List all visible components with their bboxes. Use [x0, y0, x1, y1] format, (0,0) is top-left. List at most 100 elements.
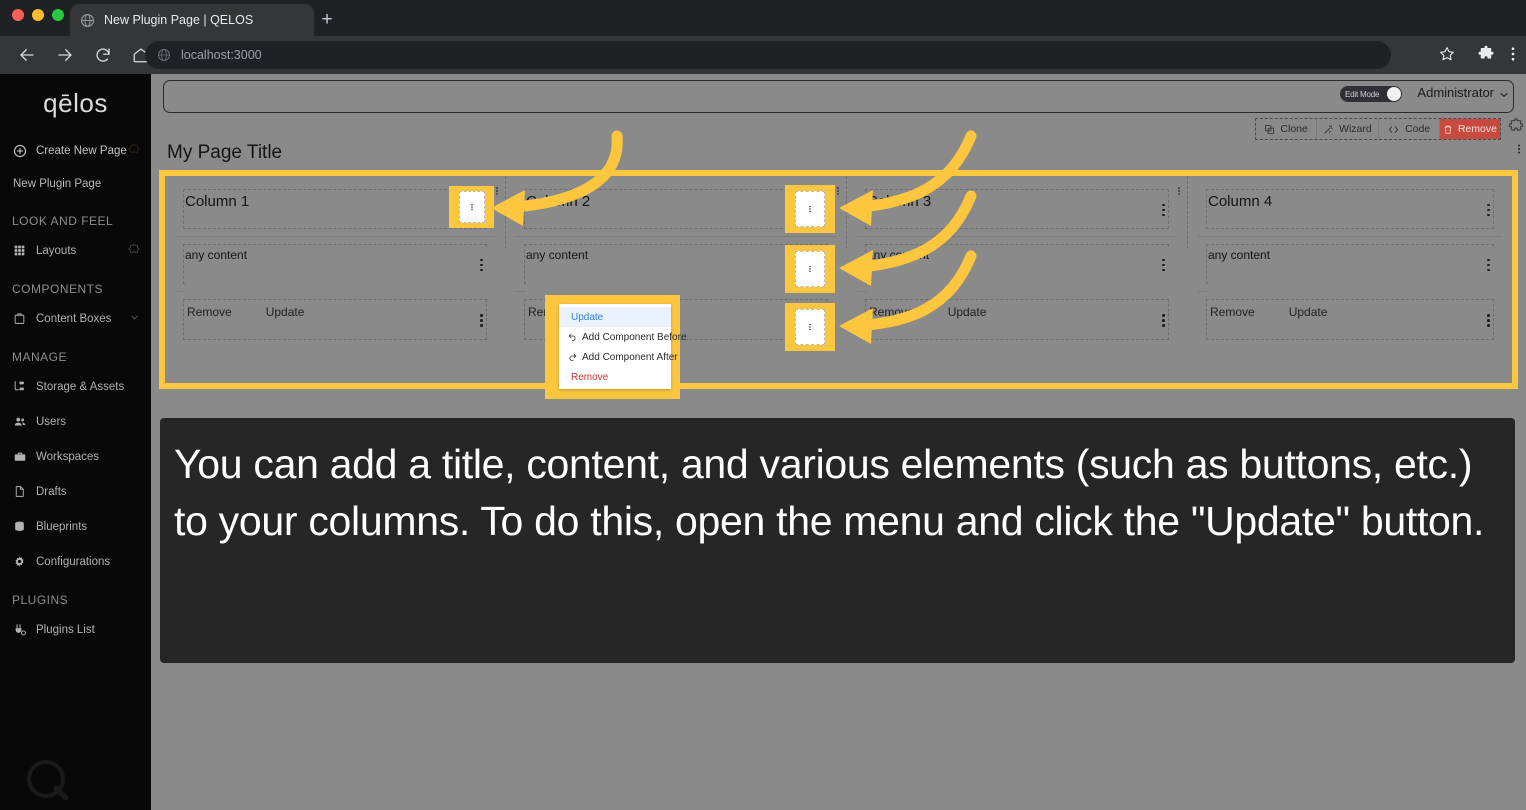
- menu-item-add-component-after[interactable]: Add Component After: [559, 347, 678, 367]
- puzzle-icon: [128, 143, 140, 158]
- plug-icon: [12, 622, 27, 637]
- wizard-label: Wizard: [1339, 123, 1372, 135]
- page-title: My Page Title: [167, 142, 283, 163]
- sidebar-item-storage-and-assets[interactable]: Storage & Assets: [0, 369, 151, 404]
- browser-menu-button[interactable]: [1504, 45, 1522, 68]
- bookmark-button[interactable]: [1438, 45, 1456, 68]
- address-bar-url: localhost:3000: [181, 48, 262, 62]
- reload-icon: [96, 48, 110, 62]
- clone-label: Clone: [1280, 123, 1308, 135]
- page-content: Edit Mode Administrator Clone Wizard Cod…: [151, 74, 1526, 810]
- menu-item-update[interactable]: Update: [559, 307, 671, 327]
- puzzle-icon: [128, 243, 140, 258]
- copy-icon: [1265, 124, 1275, 134]
- sidebar-item-drafts[interactable]: Drafts: [0, 474, 151, 509]
- highlighted-kebab-button-1[interactable]: [449, 186, 494, 228]
- sidebar-item-content-boxes[interactable]: Content Boxes: [0, 301, 151, 336]
- redo-arrow-icon: [567, 353, 577, 362]
- sidebar-item-label: Configurations: [36, 555, 111, 568]
- clone-button[interactable]: Clone: [1256, 119, 1318, 139]
- globe-icon: [157, 48, 171, 62]
- briefcase-icon: [12, 449, 27, 464]
- close-window-button[interactable]: [12, 9, 24, 21]
- sidebar-section-look-and-feel: LOOK AND FEEL: [12, 214, 114, 228]
- code-button[interactable]: Code: [1379, 119, 1440, 139]
- menu-item-label: Update: [571, 311, 604, 323]
- page-kebab-menu-button[interactable]: [1513, 142, 1525, 161]
- application-viewport: qēlos Create New Page New Plugin Page LO…: [0, 74, 1526, 810]
- browser-tab[interactable]: New Plugin Page | QELOS: [70, 4, 314, 36]
- sidebar-section-components: COMPONENTS: [12, 282, 104, 296]
- remove-button[interactable]: Remove: [1439, 119, 1500, 139]
- instruction-caption-text: You can add a title, content, and variou…: [174, 441, 1485, 544]
- sidebar-item-blueprints[interactable]: Blueprints: [0, 509, 151, 544]
- sidebar-item-label: Layouts: [36, 244, 77, 257]
- database-icon: [12, 519, 27, 534]
- menu-item-label: Add Component Before: [582, 331, 687, 343]
- component-action-bar: Clone Wizard Code Remove: [1255, 118, 1501, 140]
- forward-button[interactable]: [50, 40, 80, 70]
- sidebar-item-label: Content Boxes: [36, 312, 112, 325]
- reload-button[interactable]: [88, 40, 118, 70]
- edit-mode-label: Edit Mode: [1345, 89, 1380, 99]
- kebab-menu-icon: [809, 323, 811, 331]
- kebab-menu-icon: [1518, 144, 1520, 154]
- plugin-icon[interactable]: [1508, 118, 1524, 139]
- sidebar-item-label: Storage & Assets: [36, 380, 125, 393]
- minimize-window-button[interactable]: [32, 9, 44, 21]
- sidebar-item-label: Users: [36, 415, 67, 428]
- box-icon: [12, 311, 27, 326]
- maximize-window-button[interactable]: [52, 9, 64, 21]
- new-tab-button[interactable]: +: [314, 7, 340, 33]
- extensions-button[interactable]: [1477, 45, 1495, 68]
- edit-mode-toggle-knob: [1387, 87, 1401, 101]
- edit-mode-toggle[interactable]: Edit Mode: [1340, 86, 1402, 102]
- sidebar-item-new-plugin-page[interactable]: New Plugin Page: [0, 168, 151, 200]
- sidebar-section-manage: MANAGE: [12, 350, 68, 364]
- sidebar-item-label: Workspaces: [36, 450, 100, 463]
- star-icon: [1440, 47, 1454, 61]
- arrow-right-icon: [58, 49, 72, 61]
- puzzle-icon: [1478, 45, 1494, 59]
- columns-highlight-ring: [159, 170, 1518, 389]
- component-context-menu: Update Add Component Before Add Componen…: [559, 304, 687, 389]
- menu-item-remove[interactable]: Remove: [559, 367, 671, 387]
- browser-tab-title: New Plugin Page | QELOS: [104, 13, 254, 27]
- code-icon: [1389, 125, 1399, 133]
- plus-circle-icon: [12, 143, 27, 158]
- code-label: Code: [1405, 123, 1431, 135]
- sidebar-item-layouts[interactable]: Layouts: [0, 233, 151, 268]
- chevron-down-icon[interactable]: [1498, 88, 1510, 106]
- instruction-caption: You can add a title, content, and variou…: [160, 418, 1515, 663]
- brand-logo[interactable]: qēlos: [0, 74, 151, 127]
- kebab-menu-icon: [470, 203, 473, 211]
- users-icon: [12, 414, 27, 429]
- window-traffic-lights: [12, 9, 64, 21]
- sidebar-item-plugins-list[interactable]: Plugins List: [0, 612, 151, 647]
- wand-icon: [1324, 124, 1333, 134]
- highlighted-kebab-button-3[interactable]: [785, 245, 835, 293]
- user-menu-label[interactable]: Administrator: [1417, 85, 1494, 100]
- address-bar[interactable]: localhost:3000: [145, 41, 1391, 69]
- browser-tab-bar: New Plugin Page | QELOS +: [0, 0, 1526, 36]
- back-button[interactable]: [12, 40, 42, 70]
- highlighted-kebab-button-4[interactable]: [785, 303, 835, 351]
- sidebar-item-workspaces[interactable]: Workspaces: [0, 439, 151, 474]
- browser-toolbar: localhost:3000: [0, 36, 1526, 74]
- sidebar-item-users[interactable]: Users: [0, 404, 151, 439]
- sidebar-section-plugins: PLUGINS: [12, 593, 69, 607]
- sidebar-item-configurations[interactable]: Configurations: [0, 544, 151, 579]
- highlighted-kebab-button-2[interactable]: [785, 185, 835, 233]
- sidebar-create-label: Create New Page: [36, 144, 127, 157]
- storage-icon: [12, 379, 27, 394]
- brand-logo-text: qēlos: [43, 88, 108, 118]
- grid-icon: [12, 243, 27, 258]
- menu-item-add-component-before[interactable]: Add Component Before: [559, 327, 687, 347]
- document-icon: [12, 484, 27, 499]
- trash-icon: [1444, 125, 1452, 134]
- remove-label: Remove: [1457, 123, 1497, 135]
- sidebar-item-create-new-page[interactable]: Create New Page: [0, 133, 151, 168]
- wizard-button[interactable]: Wizard: [1317, 119, 1379, 139]
- chevron-down-icon[interactable]: [129, 312, 140, 326]
- sidebar-item-label: Plugins List: [36, 623, 95, 636]
